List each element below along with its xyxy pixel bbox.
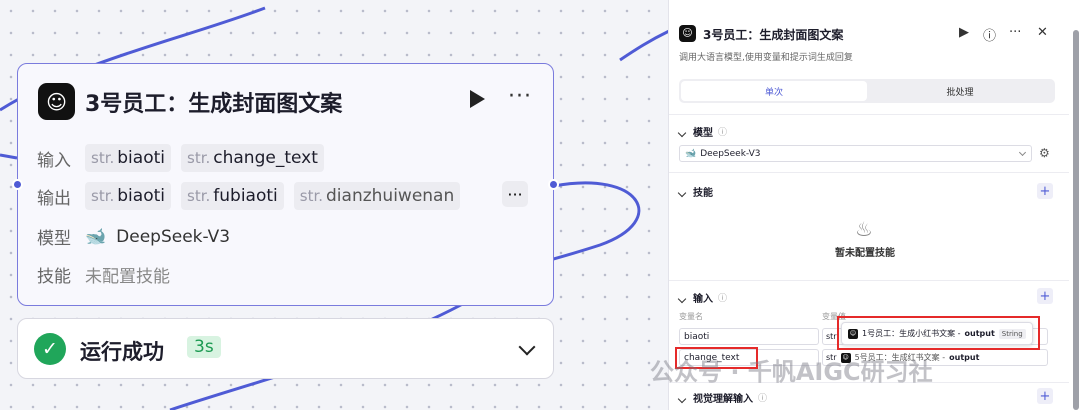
add-input-button[interactable]: + (1037, 288, 1053, 304)
watermark: 公众号 · 千帆AIGC研习社 (650, 358, 933, 386)
run-mode-tabs: 单次 批处理 (679, 79, 1055, 103)
skill-value: 未配置技能 (85, 267, 170, 287)
panel-description: 调用大语言模型,使用变量和提示词生成回复 (679, 53, 853, 63)
output-chip-dianzhuiwenan: str. dianzhuiwenan (293, 182, 461, 210)
status-time-badge: 3s (187, 336, 221, 358)
more-icon[interactable]: ··· (1009, 25, 1021, 40)
check-icon: ✓ (34, 333, 66, 365)
whale-icon: 🐋 (85, 226, 107, 247)
chevron-down-icon (677, 294, 687, 303)
highlight-box (837, 316, 1040, 350)
tab-batch[interactable]: 批处理 (867, 81, 1053, 101)
divider (669, 172, 1069, 173)
chevron-down-icon[interactable] (518, 338, 536, 356)
skills-empty-text: 暂未配置技能 (835, 248, 895, 259)
info-icon: ⓘ (718, 294, 728, 304)
llm-node-card[interactable]: ☺ 3号员工：生成封面图文案 ··· 输入 str. biaoti str. cha… (17, 63, 554, 306)
input-chip-change-text: str. change_text (181, 144, 324, 172)
model-select[interactable]: 🐋 DeepSeek-V3 (679, 145, 1032, 162)
chevron-down-icon (677, 188, 687, 197)
col-var-name: 变量名 (679, 312, 703, 321)
run-icon[interactable] (470, 90, 485, 108)
empty-skill-icon: ♨ (855, 217, 873, 241)
skill-label: 技能 (37, 267, 71, 287)
input-chip-biaoti: str. biaoti (85, 144, 171, 172)
gear-icon[interactable]: ⚙ (1039, 146, 1050, 160)
node-model-row: 模型 🐋 DeepSeek-V3 (37, 224, 231, 250)
divider (669, 114, 1069, 115)
chevron-down-icon (677, 394, 687, 403)
model-section-header[interactable]: 模型 ⓘ (677, 124, 728, 139)
input-port[interactable] (12, 179, 23, 190)
chevron-down-icon (1018, 148, 1027, 157)
input-label: 输入 (37, 150, 71, 171)
info-icon: ⓘ (758, 394, 768, 404)
model-name: DeepSeek-V3 (116, 226, 231, 247)
outputs-more-button[interactable]: ··· (502, 181, 528, 207)
skills-section-header[interactable]: 技能 (677, 184, 713, 199)
whale-icon: 🐋 (685, 148, 697, 159)
workflow-canvas[interactable]: ☺ 3号员工：生成封面图文案 ··· 输入 str. biaoti str. cha… (0, 0, 668, 410)
edge-top-right (619, 29, 668, 62)
input-section-header[interactable]: 输入 ⓘ (677, 290, 728, 305)
tab-single[interactable]: 单次 (681, 81, 867, 101)
run-icon[interactable]: ▶ (959, 25, 969, 40)
var-name-input[interactable]: biaoti (679, 328, 819, 345)
close-icon[interactable]: ✕ (1037, 25, 1048, 40)
edge-left (0, 153, 18, 160)
model-label: 模型 (37, 229, 71, 249)
output-chip-fubiaoti: str. fubiaoti (181, 182, 284, 210)
output-port[interactable] (548, 179, 559, 190)
vision-section-header[interactable]: 视觉理解输入 ⓘ (677, 390, 768, 405)
node-skill-row: 技能 未配置技能 (37, 262, 170, 287)
ghost-icon: ☺ (679, 25, 696, 42)
panel-scrollbar[interactable] (1073, 30, 1079, 410)
status-text: 运行成功 (80, 340, 164, 364)
run-status-bar[interactable]: ✓ 运行成功 3s (17, 318, 554, 379)
model-select-value: DeepSeek-V3 (700, 148, 761, 159)
chevron-down-icon (677, 128, 687, 137)
more-icon[interactable]: ··· (508, 84, 532, 109)
panel-title: 3号员工：生成封面图文案 (703, 28, 844, 42)
node-input-row: 输入 str. biaoti str. change_text (37, 144, 324, 172)
node-title: 3号员工：生成封面图文案 (85, 92, 343, 117)
output-label: 输出 (37, 188, 71, 209)
help-icon[interactable]: ⓘ (983, 25, 996, 44)
add-skill-button[interactable]: + (1037, 183, 1053, 199)
info-icon: ⓘ (718, 128, 728, 138)
divider (669, 280, 1069, 281)
node-settings-panel: ☺ 3号员工：生成封面图文案 ▶ ⓘ ··· ✕ 调用大语言模型,使用变量和提示… (668, 0, 1080, 410)
add-vision-input-button[interactable]: + (1037, 388, 1053, 404)
output-chip-biaoti: str. biaoti (85, 182, 171, 210)
node-output-row: 输出 str. biaoti str. fubiaoti str. dianzhuiw… (37, 182, 461, 210)
ghost-icon: ☺ (38, 83, 75, 120)
